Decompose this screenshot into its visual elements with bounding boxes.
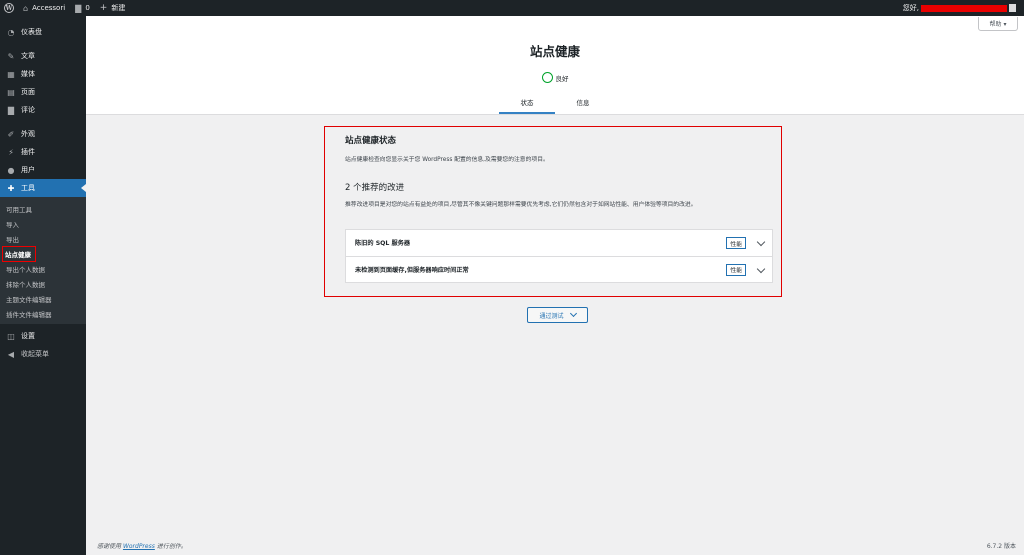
admin-bar: W ⌂ Accessori ▇ 0 + 新建 您好, bbox=[0, 0, 1024, 16]
redacted-username bbox=[921, 4, 1007, 12]
menu-label: 文章 bbox=[21, 52, 35, 60]
submenu-available-tools[interactable]: 可用工具 bbox=[0, 201, 86, 216]
dashboard-icon: ◔ bbox=[7, 27, 15, 37]
menu-label: 用户 bbox=[21, 166, 35, 174]
menu-settings[interactable]: ◫ 设置 bbox=[0, 327, 86, 345]
appearance-icon: ✐ bbox=[7, 129, 15, 139]
comment-icon: ▇ bbox=[7, 105, 15, 115]
improvements-heading: 2 个推荐的改进 bbox=[345, 183, 405, 193]
issue-item[interactable]: 未检测到页面缓存,但服务器响应时间正常 性能 bbox=[346, 257, 772, 284]
issue-badge: 性能 bbox=[726, 237, 746, 249]
menu-pages[interactable]: ▤ 页面 bbox=[0, 83, 86, 101]
menu-label: 评论 bbox=[21, 106, 35, 114]
menu-comments[interactable]: ▇ 评论 bbox=[0, 101, 86, 119]
status-text: 良好 bbox=[555, 74, 569, 83]
issues-list: 陈旧的 SQL 服务器 性能 未检测到页面缓存,但服务器响应时间正常 性能 bbox=[345, 229, 773, 283]
menu-label: 页面 bbox=[21, 88, 35, 96]
menu-appearance[interactable]: ✐ 外观 bbox=[0, 125, 86, 143]
account-menu[interactable]: 您好, bbox=[903, 3, 1024, 13]
submenu-theme-file-editor[interactable]: 主题文件编辑器 bbox=[0, 291, 86, 306]
menu-label: 媒体 bbox=[21, 70, 35, 78]
menu-label: 收起菜单 bbox=[21, 350, 49, 358]
tab-status[interactable]: 状态 bbox=[499, 94, 555, 114]
comment-icon: ▇ bbox=[75, 3, 82, 13]
menu-label: 外观 bbox=[21, 130, 35, 138]
plugin-icon: ⚡ bbox=[8, 147, 14, 157]
site-name: Accessori bbox=[32, 4, 66, 12]
main-content: 站点健康状态 站点健康检查向您显示关于您 WordPress 配置的信息,及需要… bbox=[86, 115, 1024, 555]
collapse-menu-button[interactable]: ◀ 收起菜单 bbox=[0, 345, 86, 363]
menu-media[interactable]: ▦ 媒体 bbox=[0, 65, 86, 83]
submenu-import[interactable]: 导入 bbox=[0, 216, 86, 231]
submenu-export[interactable]: 导出 bbox=[0, 231, 86, 246]
menu-posts[interactable]: ✎ 文章 bbox=[0, 47, 86, 65]
admin-sidebar: ◔ 仪表盘 ✎ 文章 ▦ 媒体 ▤ 页面 ▇ 评论 ✐ 外观 ⚡ 插件 ● 用户… bbox=[0, 16, 86, 555]
settings-icon: ◫ bbox=[7, 331, 15, 341]
submenu-site-health[interactable]: 站点健康 bbox=[0, 245, 86, 262]
menu-plugins[interactable]: ⚡ 插件 bbox=[0, 143, 86, 161]
comments-link[interactable]: ▇ 0 bbox=[70, 0, 95, 16]
menu-users[interactable]: ● 用户 bbox=[0, 161, 86, 179]
avatar bbox=[1009, 4, 1016, 12]
wordpress-link[interactable]: WordPress bbox=[123, 543, 155, 550]
new-label: 新建 bbox=[111, 4, 126, 12]
help-tab-button[interactable]: 帮助 ▾ bbox=[978, 17, 1018, 31]
chevron-down-icon bbox=[569, 309, 577, 318]
page-icon: ▤ bbox=[7, 87, 15, 97]
health-tabs: 状态 信息 bbox=[86, 94, 1024, 114]
health-status-panel: 站点健康状态 站点健康检查向您显示关于您 WordPress 配置的信息,及需要… bbox=[342, 127, 774, 292]
status-progress-ring-icon bbox=[541, 72, 553, 83]
menu-tools[interactable]: ✚ 工具 bbox=[0, 179, 86, 197]
site-health-header: 帮助 ▾ 站点健康 良好 状态 信息 bbox=[86, 16, 1024, 115]
menu-label: 仪表盘 bbox=[21, 28, 42, 36]
page-title: 站点健康 bbox=[529, 44, 580, 59]
media-icon: ▦ bbox=[7, 69, 15, 79]
menu-dashboard[interactable]: ◔ 仪表盘 bbox=[0, 23, 86, 41]
tools-submenu: 可用工具 导入 导出 站点健康 导出个人数据 抹除个人数据 主题文件编辑器 插件… bbox=[0, 197, 86, 324]
health-status: 良好 bbox=[86, 72, 1024, 83]
chevron-down-icon[interactable] bbox=[756, 264, 766, 273]
collapse-icon: ◀ bbox=[7, 349, 15, 359]
site-name-link[interactable]: ⌂ Accessori bbox=[18, 0, 70, 16]
wordpress-logo-menu[interactable]: W bbox=[0, 0, 18, 16]
passed-tests-button[interactable]: 通过测试 bbox=[527, 307, 588, 323]
improvements-description: 推荐改进项目是对您的站点有益处的项目,尽管其不像关键问题那样需要优先考虑,它们仍… bbox=[345, 202, 697, 208]
chevron-down-icon[interactable] bbox=[756, 237, 766, 247]
submenu-export-personal-data[interactable]: 导出个人数据 bbox=[0, 261, 86, 276]
menu-label: 工具 bbox=[21, 184, 35, 192]
issue-item[interactable]: 陈旧的 SQL 服务器 性能 bbox=[346, 230, 772, 257]
menu-label: 设置 bbox=[21, 332, 35, 340]
wrench-icon: ✚ bbox=[7, 183, 15, 193]
tab-info[interactable]: 信息 bbox=[555, 94, 611, 114]
footer-thanks: 感谢使用 WordPress 进行创作。 bbox=[97, 543, 187, 550]
section-description: 站点健康检查向您显示关于您 WordPress 配置的信息,及需要您的注意的项目… bbox=[345, 157, 549, 163]
section-heading: 站点健康状态 bbox=[345, 136, 397, 146]
user-icon: ● bbox=[7, 165, 15, 175]
plus-icon: + bbox=[99, 3, 108, 13]
issue-label: 陈旧的 SQL 服务器 bbox=[355, 240, 411, 248]
menu-label: 插件 bbox=[21, 148, 35, 156]
wordpress-logo-icon: W bbox=[4, 3, 14, 13]
home-icon: ⌂ bbox=[23, 3, 29, 13]
greeting-text: 您好, bbox=[902, 4, 919, 12]
submenu-plugin-file-editor[interactable]: 插件文件编辑器 bbox=[0, 306, 86, 321]
issue-label: 未检测到页面缓存,但服务器响应时间正常 bbox=[355, 267, 469, 275]
submenu-erase-personal-data[interactable]: 抹除个人数据 bbox=[0, 276, 86, 291]
issue-badge: 性能 bbox=[726, 263, 746, 276]
pin-icon: ✎ bbox=[7, 51, 15, 61]
comments-count: 0 bbox=[85, 4, 90, 12]
highlight-box: 站点健康状态 站点健康检查向您显示关于您 WordPress 配置的信息,及需要… bbox=[324, 126, 782, 297]
footer-version: 6.7.2 版本 bbox=[986, 543, 1016, 550]
new-content-link[interactable]: + 新建 bbox=[95, 0, 131, 16]
